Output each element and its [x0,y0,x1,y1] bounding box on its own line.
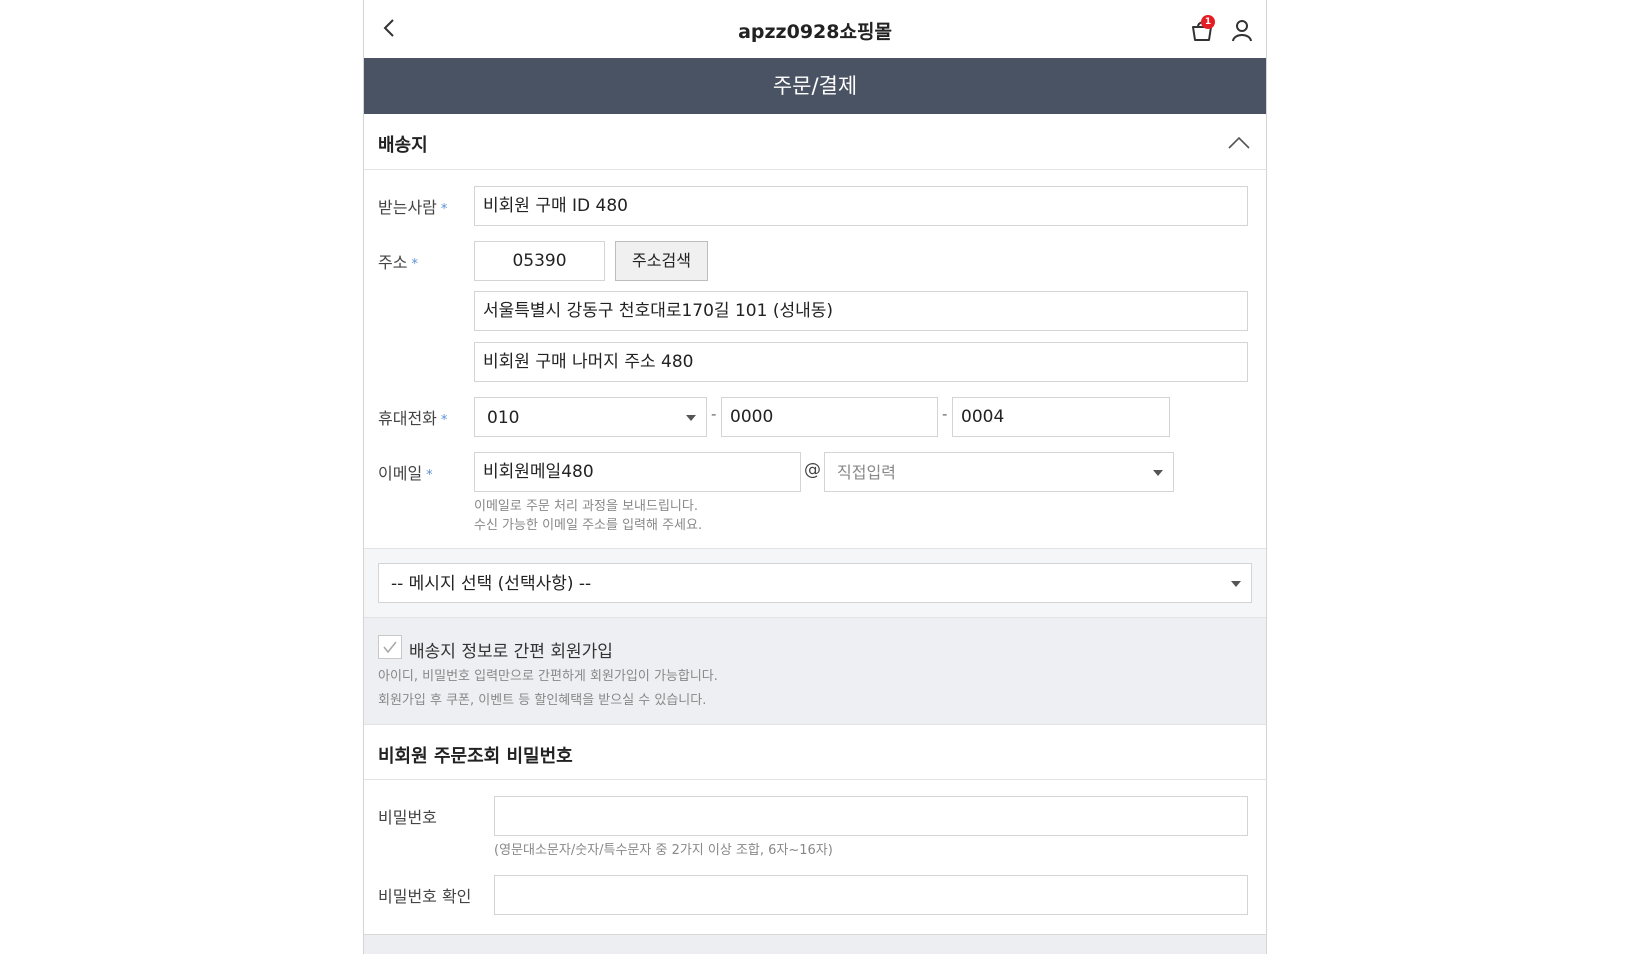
delivery-message-value: -- 메시지 선택 (선택사항) -- [391,574,592,594]
phone-separator: - [942,405,948,423]
email-domain-select[interactable]: 직접입력 [824,452,1174,492]
shipping-section-header[interactable]: 배송지 [364,114,1266,170]
delivery-message-select[interactable]: -- 메시지 선택 (선택사항) -- [378,563,1252,603]
address-label-text: 주소 [378,253,408,272]
address1-input[interactable]: 서울특별시 강동구 천호대로170길 101 (성내동) [474,291,1248,331]
recipient-input[interactable]: 비회원 구매 ID 480 [474,186,1248,226]
email-label-text: 이메일 [378,464,423,483]
cart-count-badge: 1 [1201,15,1215,29]
password-confirm-input[interactable] [494,875,1248,915]
phone-label-text: 휴대전화 [378,409,437,428]
email-id-input[interactable]: 비회원메일480 [474,452,801,492]
checkmark-icon [383,641,397,654]
password-input[interactable] [494,796,1248,836]
section-divider-band [364,934,1266,954]
simple-join-checkbox[interactable] [378,635,402,659]
dropdown-arrow-icon [1231,581,1241,587]
email-help-line2: 수신 가능한 이메일 주소를 입력해 주세요. [474,518,703,533]
email-at-sign: @ [804,460,821,480]
address2-input[interactable]: 비회원 구매 나머지 주소 480 [474,342,1248,382]
recipient-label: 받는사람 * [378,194,447,218]
required-mark: * [426,468,433,483]
phone-last-input[interactable]: 0004 [952,397,1170,437]
guest-password-section-header: 비회원 주문조회 비밀번호 [364,724,1266,780]
phone-prefix-value: 010 [487,408,520,428]
dropdown-arrow-icon [686,415,696,421]
phone-separator: - [711,405,717,423]
shipping-section-title: 배송지 [378,135,428,156]
phone-prefix-select[interactable]: 010 [474,397,707,437]
simple-join-help-line1: 아이디, 비밀번호 입력만으로 간편하게 회원가입이 가능합니다. [378,669,718,684]
required-mark: * [411,257,418,272]
address-search-button[interactable]: 주소검색 [615,241,708,281]
simple-join-label[interactable]: 배송지 정보로 간편 회원가입 [409,637,613,662]
collapse-toggle[interactable] [1226,132,1252,154]
chevron-up-icon [1228,136,1250,149]
phone-label: 휴대전화 * [378,405,447,429]
page-title: 주문/결제 [364,58,1266,114]
required-mark: * [440,202,448,217]
password-help: (영문대소문자/숫자/특수문자 중 2가지 이상 조합, 6자~16자) [494,843,833,858]
guest-password-section-title: 비회원 주문조회 비밀번호 [378,746,573,767]
user-icon [1232,20,1252,42]
dropdown-arrow-icon [1153,470,1163,476]
order-page: apzz0928쇼핑몰 1 주문/결제 배송지 받는사람 * 비회원 구매 ID … [363,0,1267,954]
zipcode-input[interactable]: 05390 [474,241,605,281]
simple-join-help-line2: 회원가입 후 쿠폰, 이벤트 등 할인혜택을 받으실 수 있습니다. [378,693,707,708]
email-domain-placeholder: 직접입력 [837,463,896,482]
password-label: 비밀번호 [378,808,437,827]
address-label: 주소 * [378,249,418,273]
email-label: 이메일 * [378,460,433,484]
mall-title: apzz0928쇼핑몰 [738,21,892,43]
phone-middle-input[interactable]: 0000 [721,397,938,437]
email-help-line1: 이메일로 주문 처리 과정을 보내드립니다. [474,499,698,514]
recipient-label-text: 받는사람 [378,198,437,217]
password-confirm-label: 비밀번호 확인 [378,887,472,906]
top-bar: apzz0928쇼핑몰 1 [364,0,1266,58]
my-account-button[interactable] [1228,16,1256,44]
required-mark: * [440,413,448,428]
